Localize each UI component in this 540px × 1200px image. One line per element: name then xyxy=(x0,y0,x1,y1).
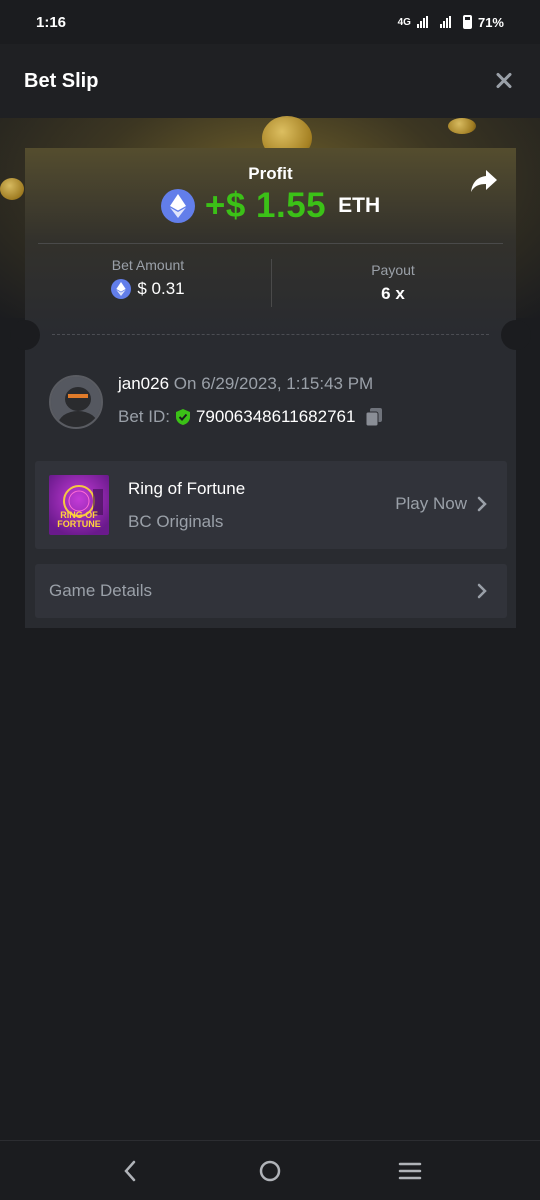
verified-shield-icon xyxy=(175,409,190,425)
game-provider: BC Originals xyxy=(128,512,224,531)
game-name: Ring of Fortune xyxy=(128,479,246,498)
bet-slip-header: Bet Slip xyxy=(0,44,540,118)
status-time: 1:16 xyxy=(36,13,67,31)
bet-amount-value: $ 0.31 xyxy=(137,279,185,298)
bet-id-line: Bet ID: 79006348611682761 xyxy=(118,407,383,427)
user-line: jan026 On 6/29/2023, 1:15:43 PM xyxy=(118,374,373,394)
page-title: Bet Slip xyxy=(24,69,99,92)
play-now-label: Play Now xyxy=(395,494,467,513)
menu-icon xyxy=(398,1162,422,1179)
system-nav-bar xyxy=(0,1140,540,1200)
bet-slip-card: Profit +$ 1.55 ETH Bet Amount $ 0.31 Pay… xyxy=(10,148,531,628)
game-details-label: Game Details xyxy=(49,581,152,600)
close-button[interactable] xyxy=(492,69,516,93)
battery-icon xyxy=(462,15,472,29)
status-indicators: 4G 71% xyxy=(398,15,504,30)
recents-button[interactable] xyxy=(396,1157,424,1185)
divider xyxy=(38,243,503,244)
game-thumbnail: RING OF FORTUNE xyxy=(49,475,109,535)
chevron-right-icon xyxy=(477,496,487,512)
chevron-right-icon xyxy=(477,583,487,599)
eth-icon xyxy=(160,189,195,223)
payout-stat: Payout 6 x xyxy=(270,262,516,304)
signal-icon xyxy=(416,16,428,28)
avatar[interactable] xyxy=(49,375,103,429)
coin-decoration xyxy=(0,178,24,200)
username[interactable]: jan026 xyxy=(118,374,169,393)
status-bar: 1:16 4G 71% xyxy=(0,0,540,44)
bet-timestamp: On 6/29/2023, 1:15:43 PM xyxy=(173,374,374,393)
bet-amount-label: Bet Amount xyxy=(111,257,185,273)
back-icon xyxy=(124,1160,136,1181)
payout-label: Payout xyxy=(371,262,415,278)
game-row[interactable]: RING OF FORTUNE Ring of Fortune BC Origi… xyxy=(35,461,507,549)
bet-amount-value-row: $ 0.31 xyxy=(25,279,271,299)
play-now-button[interactable]: Play Now xyxy=(395,494,487,514)
bet-amount-stat: Bet Amount $ 0.31 xyxy=(25,257,271,299)
ticket-notch-left xyxy=(10,320,40,350)
profit-value: +$ 1.55 xyxy=(204,186,327,225)
share-icon[interactable] xyxy=(470,168,498,194)
home-button[interactable] xyxy=(256,1157,284,1185)
battery-level: 71% xyxy=(477,14,504,30)
signal-icon-2 xyxy=(439,16,451,28)
network-type: 4G xyxy=(397,16,411,28)
ticket-notch-right xyxy=(501,320,531,350)
back-button[interactable] xyxy=(116,1157,144,1185)
bet-id-value: 79006348611682761 xyxy=(195,407,356,426)
profit-currency: ETH xyxy=(338,194,381,217)
home-icon xyxy=(259,1160,281,1181)
bet-id-label: Bet ID: xyxy=(118,407,170,426)
game-details-row[interactable]: Game Details xyxy=(35,564,507,618)
game-thumbnail-logo: RING OF FORTUNE xyxy=(57,510,101,529)
coin-decoration xyxy=(448,118,476,134)
ticket-perforation xyxy=(52,334,489,335)
profit-label: Profit xyxy=(248,164,293,183)
payout-value: 6 x xyxy=(381,284,405,303)
eth-icon xyxy=(111,279,132,299)
profit-row: +$ 1.55 ETH xyxy=(25,186,516,226)
avatar-image xyxy=(51,377,101,427)
copy-icon[interactable] xyxy=(365,407,383,427)
